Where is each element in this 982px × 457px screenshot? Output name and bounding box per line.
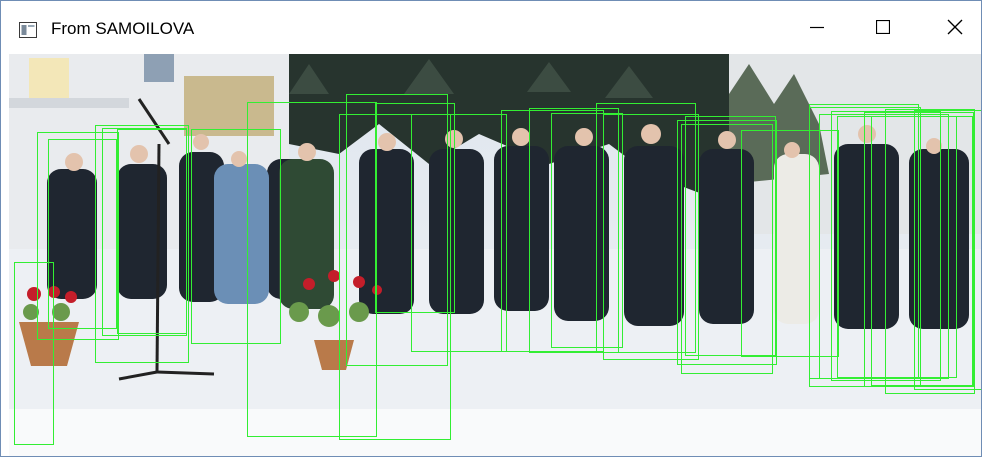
- window-title: From SAMOILOVA: [51, 19, 195, 38]
- maximize-icon: [876, 20, 890, 34]
- image-view: [9, 54, 981, 456]
- detection-box: [411, 114, 507, 352]
- close-icon: [947, 19, 963, 35]
- title-bar[interactable]: From SAMOILOVA: [1, 1, 981, 53]
- minimize-button[interactable]: [787, 1, 847, 53]
- detection-box: [117, 129, 187, 334]
- maximize-button[interactable]: [853, 1, 913, 53]
- app-window: From SAMOILOVA: [0, 0, 982, 457]
- detection-box: [914, 110, 981, 390]
- minimize-icon: [810, 26, 824, 29]
- close-button[interactable]: [925, 1, 981, 53]
- window-app-icon: [19, 22, 37, 38]
